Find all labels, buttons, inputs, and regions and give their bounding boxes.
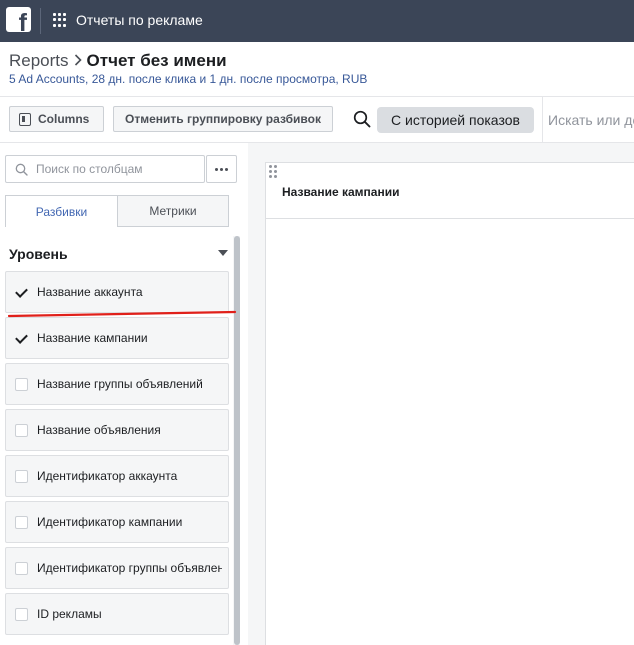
list-item[interactable]: Идентификатор группы объявлений <box>5 547 229 589</box>
ungroup-breakdowns-button[interactable]: Отменить группировку разбивок <box>113 106 333 132</box>
breadcrumb: Reports Отчет без имени <box>9 51 227 71</box>
section-title[interactable]: Уровень <box>9 246 68 262</box>
list-item[interactable]: Название группы объявлений <box>5 363 229 405</box>
checkbox[interactable] <box>15 607 28 621</box>
divider <box>0 96 634 97</box>
list-item-label: ID рекламы <box>37 607 102 621</box>
facebook-logo-icon[interactable]: f <box>6 7 31 32</box>
list-item-label: Идентификатор аккаунта <box>37 469 178 483</box>
app-title[interactable]: Отчеты по рекламе <box>76 12 203 28</box>
apps-grid-icon[interactable] <box>53 13 67 27</box>
columns-button[interactable]: Columns <box>9 106 104 132</box>
column-header-campaign-name[interactable]: Название кампании <box>282 185 399 199</box>
topbar-divider <box>40 8 41 34</box>
list-item-label: Идентификатор группы объявлений <box>37 561 222 575</box>
history-filter-label: С историей показов <box>391 112 520 128</box>
report-title[interactable]: Отчет без имени <box>87 51 227 71</box>
top-bar: f Отчеты по рекламе <box>0 0 634 42</box>
checkbox[interactable] <box>15 561 28 575</box>
list-item[interactable]: ID рекламы <box>5 593 229 635</box>
history-filter-chip[interactable]: С историей показов <box>377 107 534 133</box>
column-search-placeholder: Поиск по столбцам <box>36 162 143 176</box>
checkbox[interactable] <box>15 423 28 437</box>
drag-handle-icon[interactable] <box>269 165 277 178</box>
checkbox[interactable] <box>15 469 28 483</box>
ungroup-button-label: Отменить группировку разбивок <box>125 112 321 126</box>
checkbox-checked[interactable] <box>15 286 28 299</box>
more-dots-icon <box>215 167 218 171</box>
tab-metrics[interactable]: Метрики <box>117 195 229 227</box>
checkbox[interactable] <box>15 377 28 391</box>
list-item-label: Название кампании <box>37 331 148 345</box>
search-icon <box>15 163 28 176</box>
list-item[interactable]: Название объявления <box>5 409 229 451</box>
columns-panel-icon <box>19 112 31 126</box>
column-search-input[interactable]: Поиск по столбцам <box>5 155 205 183</box>
chevron-right-icon <box>74 53 82 70</box>
breadcrumb-reports-link[interactable]: Reports <box>9 51 69 71</box>
tab-breakdowns[interactable]: Разбивки <box>5 195 118 227</box>
list-item[interactable]: Название кампании <box>5 317 229 359</box>
more-options-button[interactable] <box>206 155 237 183</box>
list-item-label: Название аккаунта <box>37 285 143 299</box>
scrollbar-thumb[interactable] <box>234 236 240 645</box>
caret-down-icon[interactable] <box>218 250 228 256</box>
report-settings-link[interactable]: 5 Ad Accounts, 28 дн. после клика и 1 дн… <box>9 72 367 86</box>
report-table <box>265 162 634 645</box>
checkbox-checked[interactable] <box>15 332 28 345</box>
list-item-label: Название объявления <box>37 423 161 437</box>
divider <box>542 96 543 142</box>
list-item[interactable]: Идентификатор аккаунта <box>5 455 229 497</box>
list-item-label: Название группы объявлений <box>37 377 203 391</box>
checkbox[interactable] <box>15 515 28 529</box>
list-item[interactable]: Идентификатор кампании <box>5 501 229 543</box>
search-icon[interactable] <box>353 110 371 128</box>
list-item-label: Идентификатор кампании <box>37 515 183 529</box>
red-underline-annotation <box>8 310 237 318</box>
report-search-input[interactable]: Искать или до <box>548 112 634 128</box>
columns-button-label: Columns <box>38 112 90 126</box>
